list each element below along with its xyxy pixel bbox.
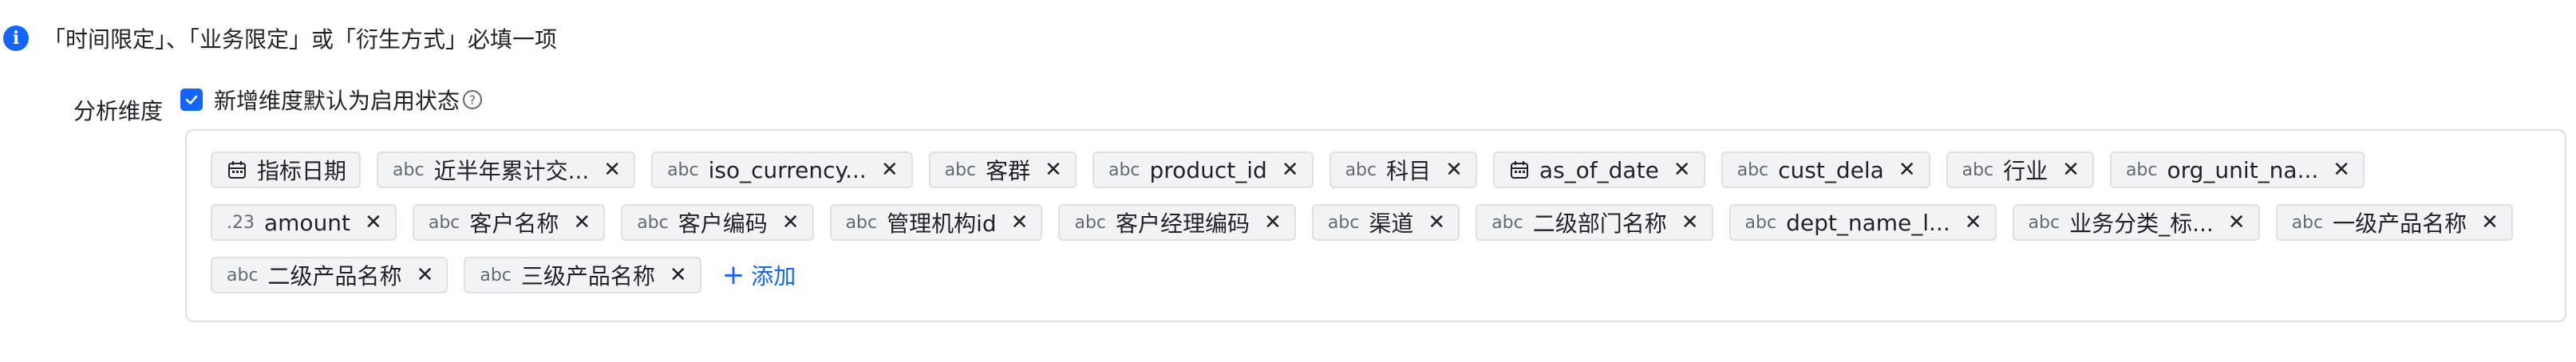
dimension-tag-list: 指标日期 abc 近半年累计交... ✕ abc iso_currency... ✕ abc 客… — [211, 151, 2557, 293]
dimension-tag-label: 三级产品名称 — [520, 263, 655, 289]
close-icon[interactable]: ✕ — [1681, 212, 1699, 233]
close-icon[interactable]: ✕ — [2333, 159, 2350, 180]
close-icon[interactable]: ✕ — [603, 159, 621, 180]
field-type-icon: abc — [1108, 159, 1140, 180]
dimension-tag[interactable]: abc 业务分类_标... ✕ — [2012, 204, 2260, 241]
dimension-tag[interactable]: abc 一级产品名称 ✕ — [2275, 204, 2513, 241]
field-type-icon: abc — [227, 265, 259, 285]
close-icon[interactable]: ✕ — [573, 212, 591, 233]
close-icon[interactable]: ✕ — [670, 265, 687, 285]
dimension-tag-label: product_id — [1149, 156, 1267, 183]
field-type-icon: abc — [1327, 212, 1360, 233]
dimension-tag-label: 客户经理编码 — [1116, 211, 1250, 237]
dimension-tag-label: 行业 — [2003, 158, 2049, 184]
close-icon[interactable]: ✕ — [1445, 159, 1463, 180]
close-icon[interactable]: ✕ — [1898, 159, 1916, 180]
field-type-icon: abc — [2028, 212, 2060, 233]
checkbox-checked-icon[interactable] — [180, 89, 203, 111]
dimension-tag-label: 渠道 — [1369, 211, 1414, 237]
close-icon[interactable]: ✕ — [1673, 159, 1691, 180]
field-type-icon: abc — [1491, 212, 1523, 233]
dimension-tag-label: 一级产品名称 — [2333, 211, 2467, 237]
add-dimension-button[interactable]: + 添加 — [717, 257, 801, 293]
close-icon[interactable]: ✕ — [1011, 212, 1029, 233]
dimension-tag-label: 二级部门名称 — [1532, 211, 1667, 237]
dimension-tag-label: 客户编码 — [678, 211, 768, 237]
close-icon[interactable]: ✕ — [881, 159, 899, 180]
field-type-icon: abc — [667, 159, 699, 180]
dimension-tag[interactable]: abc 二级产品名称 ✕ — [211, 257, 448, 293]
field-type-icon: abc — [1744, 212, 1777, 233]
dimension-tag-label: iso_currency... — [708, 156, 867, 183]
info-icon: i — [3, 26, 29, 51]
field-type-icon: abc — [2291, 212, 2324, 233]
field-type-icon: abc — [1962, 159, 1994, 180]
close-icon[interactable]: ✕ — [2481, 212, 2499, 233]
help-icon[interactable]: ? — [463, 90, 483, 109]
dimension-tag[interactable]: abc 管理机构id ✕ — [829, 204, 1043, 241]
dimension-tag[interactable]: abc 客户名称 ✕ — [412, 204, 606, 241]
calendar-icon — [1509, 159, 1530, 180]
dimension-tag[interactable]: abc 客群 ✕ — [928, 151, 1077, 188]
default-enable-checkbox-row[interactable]: 新增维度默认为启用状态 ? — [180, 83, 483, 116]
field-type-icon: abc — [1345, 159, 1377, 180]
dimension-tag[interactable]: abc 近半年累计交... ✕ — [377, 151, 636, 188]
dimension-tag[interactable]: abc 客户编码 ✕ — [621, 204, 814, 241]
dimension-tag[interactable]: abc 二级部门名称 ✕ — [1476, 204, 1713, 241]
field-type-icon: abc — [480, 265, 512, 285]
dimension-tag[interactable]: abc 行业 ✕ — [1946, 151, 2094, 188]
field-type-icon: .23 — [227, 212, 255, 233]
add-label: 添加 — [751, 263, 796, 289]
close-icon[interactable]: ✕ — [2228, 212, 2246, 233]
dimension-tag-label: as_of_date — [1539, 156, 1659, 183]
dimension-tag[interactable]: abc cust_dela ✕ — [1721, 151, 1930, 188]
dimension-tag[interactable]: abc 渠道 ✕ — [1311, 204, 1460, 241]
dimension-tag-label: 业务分类_标... — [2069, 211, 2214, 237]
close-icon[interactable]: ✕ — [782, 212, 800, 233]
dimension-tag[interactable]: abc 客户经理编码 ✕ — [1058, 204, 1296, 241]
dimension-tag[interactable]: as_of_date ✕ — [1492, 151, 1705, 188]
field-type-icon: abc — [845, 212, 878, 233]
dimension-tag-label: 二级产品名称 — [267, 263, 402, 289]
dimension-tag-label: 管理机构id — [887, 211, 997, 237]
dimension-tag[interactable]: abc iso_currency... ✕ — [651, 151, 913, 188]
dimension-tag-label: 客户名称 — [469, 211, 559, 237]
dimension-tag[interactable]: .23 amount ✕ — [211, 204, 397, 241]
dimension-tag-label: amount — [264, 209, 351, 236]
dimension-tag[interactable]: abc org_unit_na... ✕ — [2109, 151, 2365, 188]
close-icon[interactable]: ✕ — [1428, 212, 1445, 233]
dimension-tag-label: cust_dela — [1778, 156, 1884, 183]
field-type-icon: abc — [2125, 159, 2158, 180]
dimension-tag[interactable]: abc 科目 ✕ — [1329, 151, 1477, 188]
hint-text: 「时间限定」、「业务限定」或「衍生方式」必填一项 — [43, 26, 558, 53]
field-type-icon: abc — [393, 159, 425, 180]
field-label-dimension: 分析维度 — [73, 98, 164, 124]
required-hint: i 「时间限定」、「业务限定」或「衍生方式」必填一项 — [3, 21, 557, 56]
close-icon[interactable]: ✕ — [365, 212, 382, 233]
close-icon[interactable]: ✕ — [1965, 212, 1982, 233]
dimension-tag[interactable]: 指标日期 — [211, 151, 362, 188]
close-icon[interactable]: ✕ — [417, 265, 434, 285]
field-type-icon: abc — [944, 159, 977, 180]
field-type-icon: abc — [637, 212, 669, 233]
close-icon[interactable]: ✕ — [2062, 159, 2080, 180]
calendar-icon — [227, 159, 247, 180]
dimension-tag[interactable]: abc product_id ✕ — [1092, 151, 1314, 188]
dimension-tag[interactable]: abc dept_name_l... ✕ — [1729, 204, 1997, 241]
close-icon[interactable]: ✕ — [1045, 159, 1062, 180]
dimension-tag-label: 科目 — [1386, 158, 1432, 184]
plus-icon: + — [721, 259, 745, 291]
field-type-icon: abc — [1074, 212, 1107, 233]
close-icon[interactable]: ✕ — [1282, 159, 1299, 180]
checkbox-label: 新增维度默认为启用状态 — [214, 88, 460, 114]
field-type-icon: abc — [428, 212, 460, 233]
close-icon[interactable]: ✕ — [1264, 212, 1282, 233]
dimension-tag-label: 指标日期 — [257, 158, 347, 184]
dimension-tag-label: org_unit_na... — [2167, 156, 2319, 183]
dimension-tag[interactable]: abc 三级产品名称 ✕ — [464, 257, 701, 293]
dimension-tag-label: dept_name_l... — [1786, 209, 1950, 236]
dimension-tag-label: 客群 — [986, 158, 1031, 184]
dimension-tag-label: 近半年累计交... — [433, 158, 590, 184]
field-type-icon: abc — [1736, 159, 1769, 180]
